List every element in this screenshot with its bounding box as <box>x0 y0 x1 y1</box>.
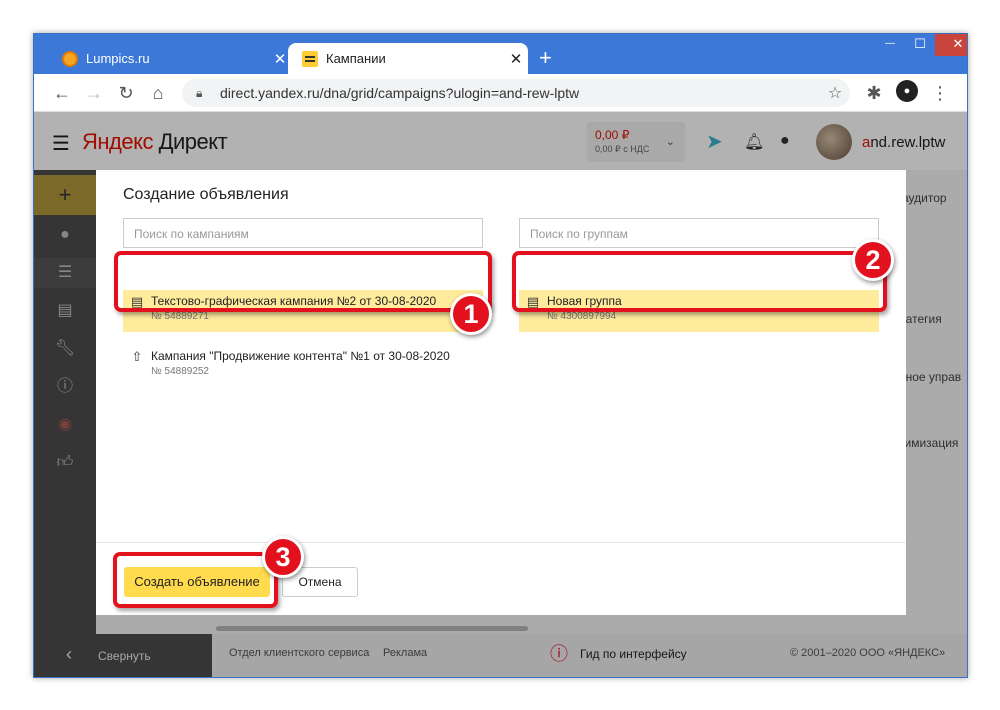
lock-icon: 🔒︎ <box>196 85 203 100</box>
annotation-box-group <box>512 251 887 312</box>
annotation-box-create <box>113 552 278 608</box>
browser-toolbar: ← → ↻ ⌂ 🔒︎ direct.yandex.ru/dna/grid/cam… <box>34 74 967 112</box>
new-tab-button[interactable]: + <box>539 46 552 70</box>
group-number: № 4300897994 <box>547 311 617 322</box>
annotation-badge-1: 1 <box>450 293 492 335</box>
direct-favicon-icon <box>302 50 318 67</box>
campaign-number: № 54889271 <box>151 311 209 322</box>
campaign-item[interactable]: ⇧ Кампания "Продвижение контента" №1 от … <box>123 345 483 387</box>
back-arrow-icon[interactable]: ← <box>50 81 74 105</box>
forward-arrow-icon[interactable]: → <box>82 81 106 105</box>
campaign-name: Кампания "Продвижение контента" №1 от 30… <box>151 349 450 363</box>
tab-strip: Lumpics.ru ✕ Кампании ✕ + — ☐ ✕ <box>34 34 967 74</box>
create-ad-modal: Создание объявления Поиск по кампаниям П… <box>96 170 906 615</box>
tab-campaigns[interactable]: Кампании ✕ <box>288 43 528 74</box>
address-bar[interactable]: 🔒︎ direct.yandex.ru/dna/grid/campaigns?u… <box>182 79 850 107</box>
profile-avatar-icon[interactable]: ● <box>896 80 918 102</box>
home-icon[interactable]: ⌂ <box>146 81 170 105</box>
browser-window: Lumpics.ru ✕ Кампании ✕ + — ☐ ✕ ← → ↻ ⌂ … <box>33 33 968 678</box>
extensions-puzzle-icon[interactable]: ✱ <box>862 81 886 105</box>
annotation-badge-3: 3 <box>262 536 304 578</box>
more-menu-icon[interactable]: ⋮ <box>928 81 952 105</box>
url-text: direct.yandex.ru/dna/grid/campaigns?ulog… <box>220 85 580 101</box>
group-search-input[interactable]: Поиск по группам <box>519 218 879 248</box>
content-promotion-icon: ⇧ <box>131 349 143 364</box>
campaign-number: № 54889252 <box>151 366 209 377</box>
window-controls: — ☐ ✕ <box>875 34 967 58</box>
tab-title: Кампании <box>326 51 386 66</box>
lumpics-favicon-icon <box>62 50 78 67</box>
modal-title: Создание объявления <box>123 186 289 203</box>
bookmark-star-icon[interactable]: ☆ <box>820 83 850 103</box>
maximize-button[interactable]: ☐ <box>905 34 935 56</box>
tab-lumpics[interactable]: Lumpics.ru ✕ <box>48 43 292 74</box>
close-tab-icon[interactable]: ✕ <box>504 50 528 68</box>
minimize-button[interactable]: — <box>875 34 905 56</box>
tab-title: Lumpics.ru <box>86 51 150 66</box>
reload-icon[interactable]: ↻ <box>114 81 138 105</box>
campaign-search-input[interactable]: Поиск по кампаниям <box>123 218 483 248</box>
window-close-button[interactable]: ✕ <box>935 34 967 56</box>
annotation-badge-2: 2 <box>852 239 894 281</box>
annotation-box-campaign <box>114 251 492 312</box>
